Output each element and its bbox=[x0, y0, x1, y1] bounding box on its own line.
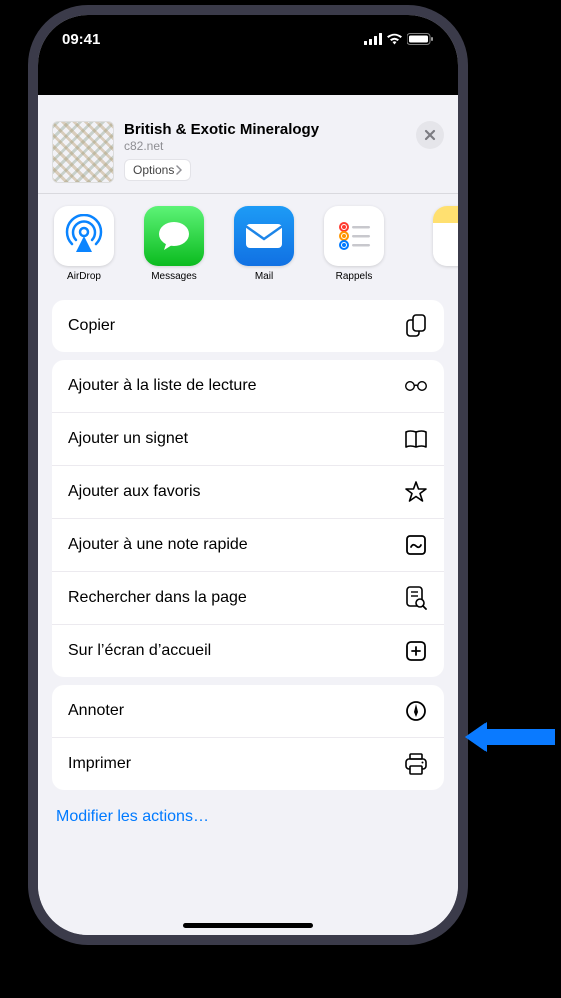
mail-icon bbox=[234, 206, 294, 266]
edit-actions-link[interactable]: Modifier les actions… bbox=[38, 798, 458, 832]
reminders-icon bbox=[324, 206, 384, 266]
notes-icon bbox=[433, 206, 458, 266]
phone-screen: 09:41 British & Exotic Mineralogy c82. bbox=[38, 15, 458, 935]
action-home-screen[interactable]: Sur l’écran d’accueil bbox=[52, 624, 444, 677]
action-label: Sur l’écran d’accueil bbox=[68, 642, 211, 660]
star-icon bbox=[404, 480, 428, 504]
background-strip bbox=[38, 55, 458, 95]
action-label: Ajouter à la liste de lecture bbox=[68, 377, 257, 395]
app-messages[interactable]: Messages bbox=[142, 206, 206, 282]
page-subtitle: c82.net bbox=[124, 139, 406, 153]
app-notes-partial[interactable] bbox=[412, 206, 458, 282]
options-label: Options bbox=[133, 163, 174, 177]
app-mail[interactable]: Mail bbox=[232, 206, 296, 282]
action-favorites[interactable]: Ajouter aux favoris bbox=[52, 465, 444, 518]
action-quick-note[interactable]: Ajouter à une note rapide bbox=[52, 518, 444, 571]
actions-section-1: Copier bbox=[52, 300, 444, 352]
action-annotate[interactable]: Annoter bbox=[52, 685, 444, 737]
markup-icon bbox=[404, 699, 428, 723]
close-icon bbox=[424, 129, 436, 141]
status-time: 09:41 bbox=[62, 31, 100, 48]
app-airdrop[interactable]: AirDrop bbox=[52, 206, 116, 282]
home-indicator[interactable] bbox=[183, 923, 313, 928]
quick-note-icon bbox=[404, 533, 428, 557]
options-button[interactable]: Options bbox=[124, 159, 191, 181]
app-share-row[interactable]: AirDrop Messages Mail bbox=[38, 194, 458, 292]
printer-icon bbox=[404, 752, 428, 776]
book-icon bbox=[404, 427, 428, 451]
airdrop-icon bbox=[54, 206, 114, 266]
add-home-icon bbox=[404, 639, 428, 663]
copy-icon bbox=[404, 314, 428, 338]
app-label: Messages bbox=[151, 271, 197, 282]
action-copy[interactable]: Copier bbox=[52, 300, 444, 352]
action-find-in-page[interactable]: Rechercher dans la page bbox=[52, 571, 444, 624]
find-icon bbox=[404, 586, 428, 610]
action-label: Annoter bbox=[68, 702, 124, 720]
dynamic-island bbox=[193, 29, 303, 59]
app-label: AirDrop bbox=[67, 271, 101, 282]
actions-section-3: Annoter Imprimer bbox=[52, 685, 444, 790]
action-print[interactable]: Imprimer bbox=[52, 737, 444, 790]
messages-icon bbox=[144, 206, 204, 266]
app-label: Mail bbox=[255, 271, 273, 282]
sheet-header: British & Exotic Mineralogy c82.net Opti… bbox=[38, 108, 458, 193]
battery-icon bbox=[407, 33, 434, 45]
action-reading-list[interactable]: Ajouter à la liste de lecture bbox=[52, 360, 444, 412]
action-label: Ajouter aux favoris bbox=[68, 483, 201, 501]
phone-frame: 09:41 British & Exotic Mineralogy c82. bbox=[28, 5, 468, 945]
page-thumbnail bbox=[52, 121, 114, 183]
close-button[interactable] bbox=[416, 121, 444, 149]
page-title: British & Exotic Mineralogy bbox=[124, 121, 406, 138]
action-label: Copier bbox=[68, 317, 115, 335]
action-label: Ajouter un signet bbox=[68, 430, 188, 448]
action-label: Rechercher dans la page bbox=[68, 589, 247, 607]
actions-section-2: Ajouter à la liste de lecture Ajouter un… bbox=[52, 360, 444, 677]
action-label: Imprimer bbox=[68, 755, 131, 773]
share-sheet: British & Exotic Mineralogy c82.net Opti… bbox=[38, 108, 458, 935]
arrow-callout bbox=[465, 720, 555, 754]
glasses-icon bbox=[404, 374, 428, 398]
chevron-right-icon bbox=[176, 165, 182, 175]
app-reminders[interactable]: Rappels bbox=[322, 206, 386, 282]
wifi-icon bbox=[386, 33, 403, 45]
action-bookmark[interactable]: Ajouter un signet bbox=[52, 412, 444, 465]
cellular-icon bbox=[364, 33, 382, 45]
action-label: Ajouter à une note rapide bbox=[68, 536, 248, 554]
app-label: Rappels bbox=[336, 271, 373, 282]
